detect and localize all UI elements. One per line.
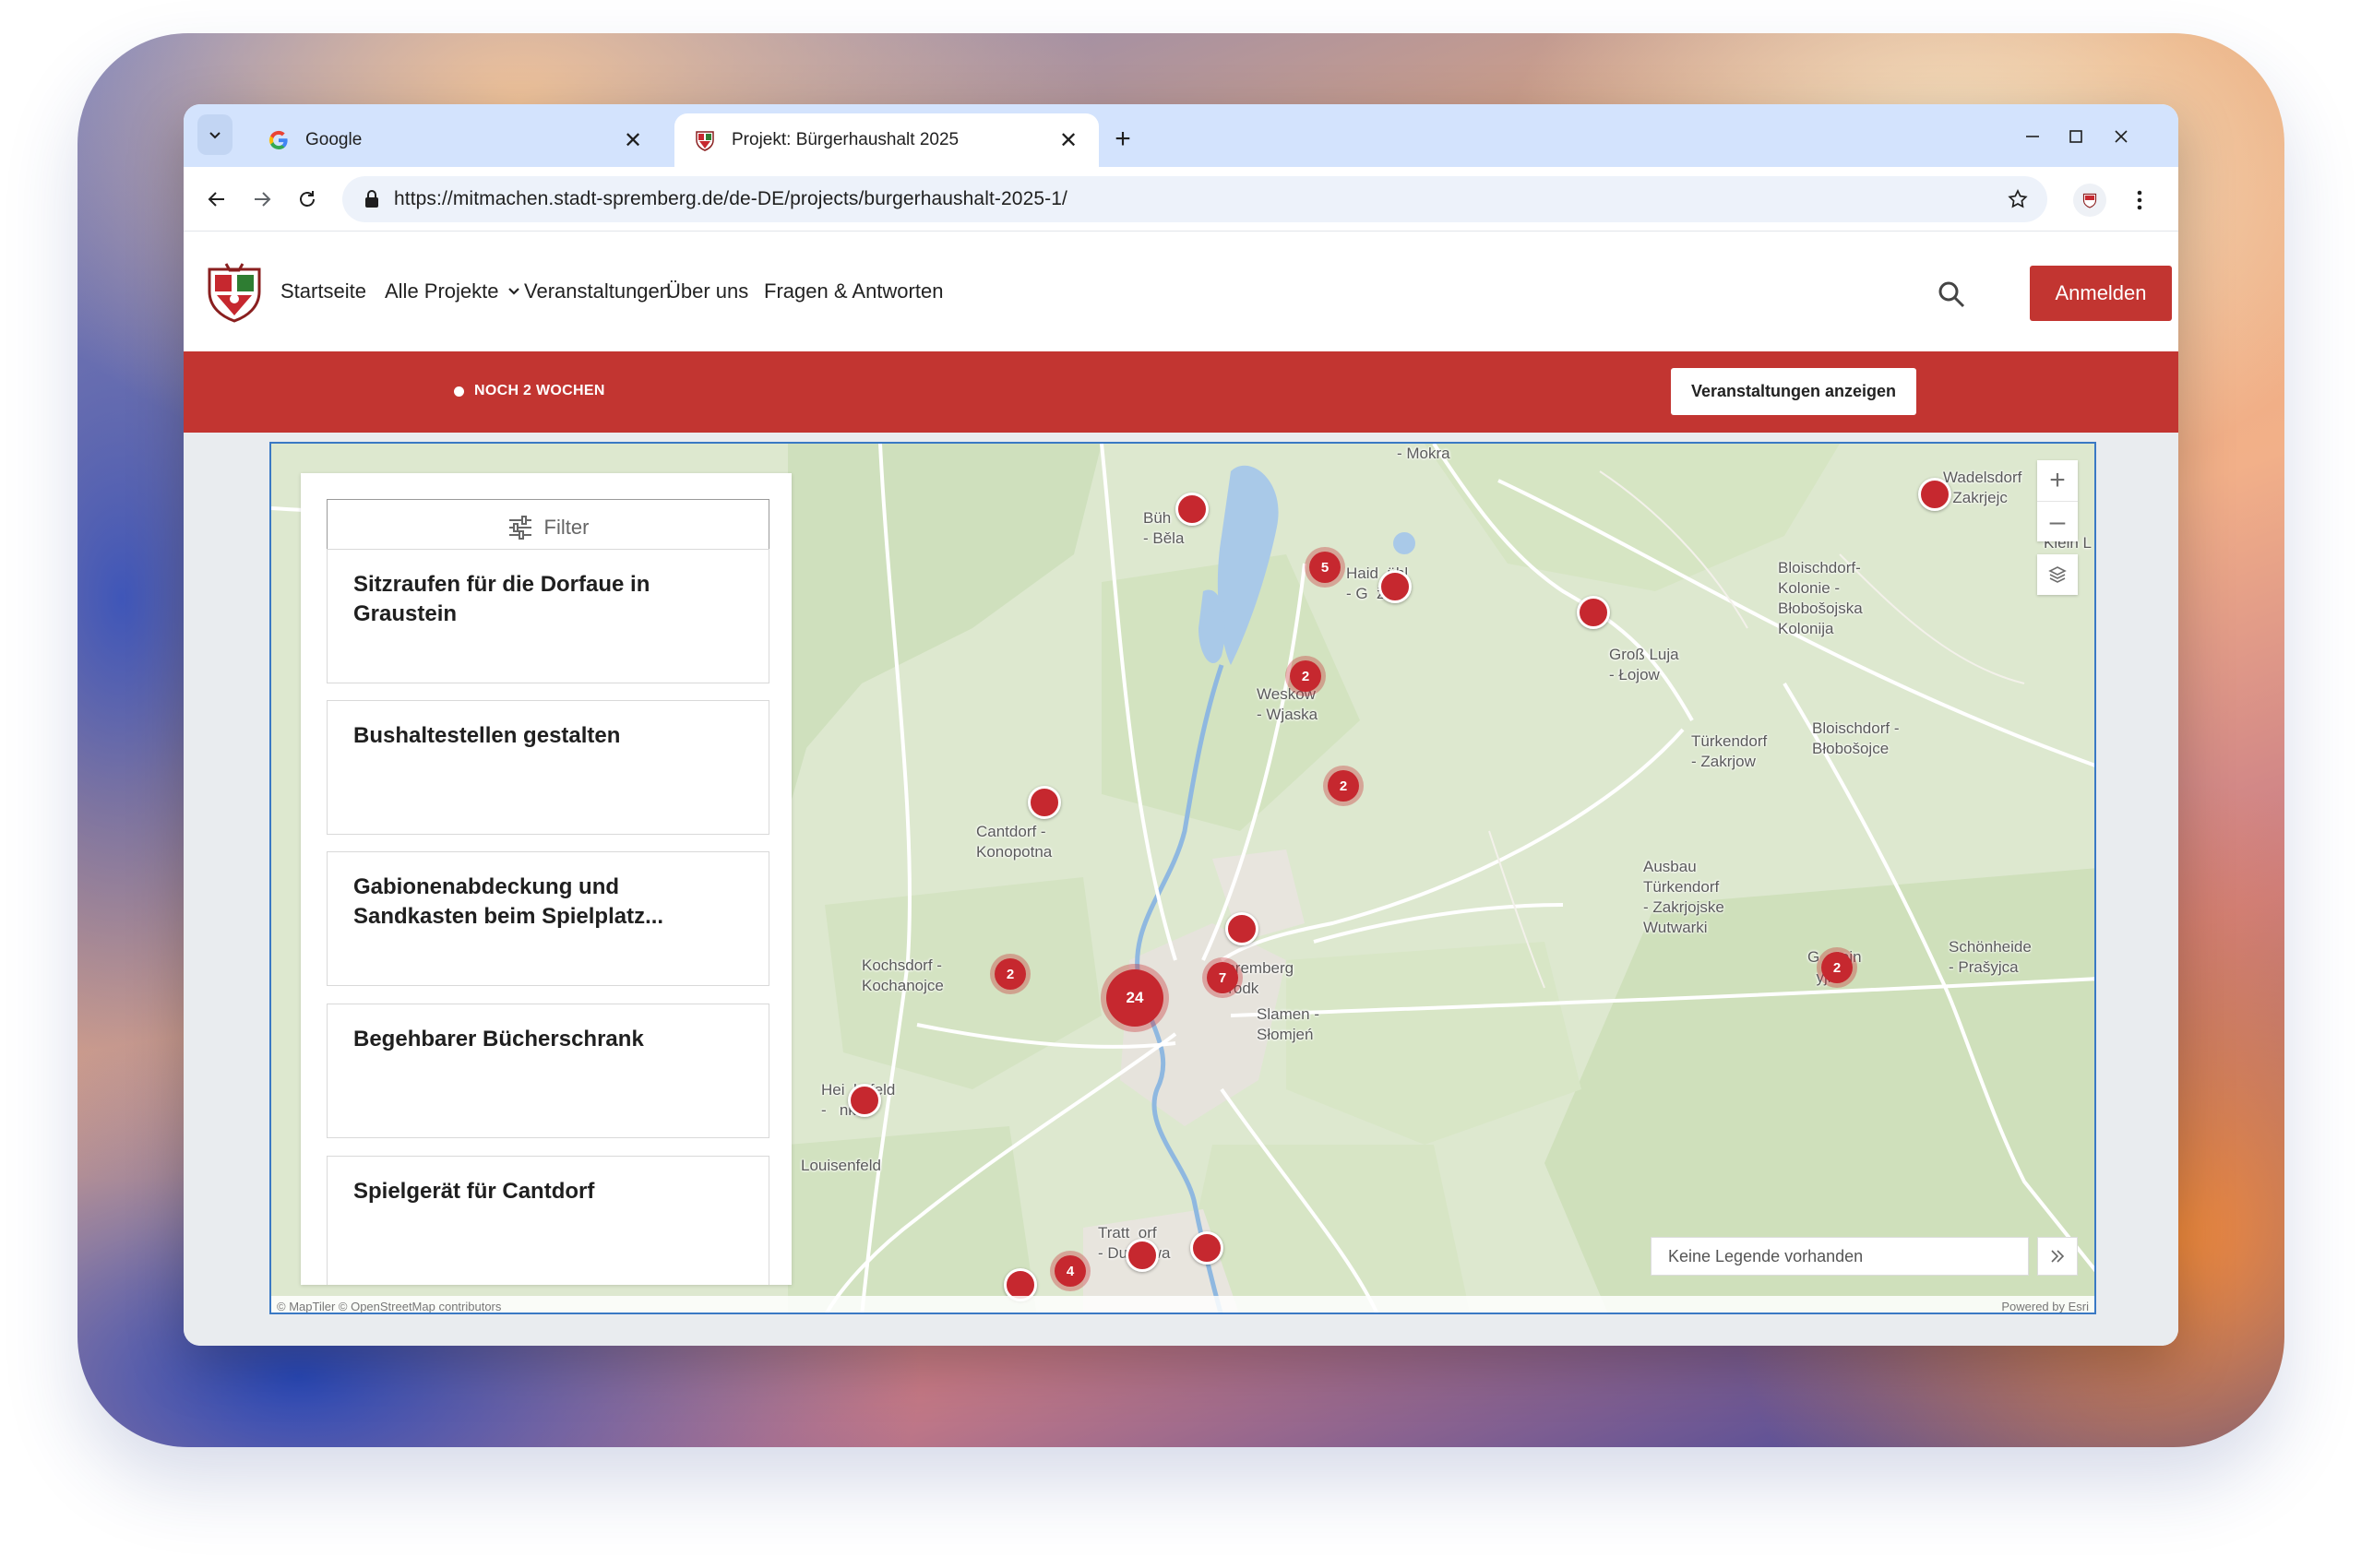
place-label: Slamen - Słomjeń bbox=[1257, 1005, 1320, 1043]
idea-title: Spielgerät für Cantdorf bbox=[353, 1179, 595, 1204]
map-cluster[interactable]: 5 bbox=[1309, 552, 1341, 583]
close-tab-icon[interactable]: ✕ bbox=[619, 126, 647, 154]
ideas-map[interactable]: - Mokra Büh - Běla Haid ühl - G ž Wadels… bbox=[269, 442, 2096, 1314]
place-label: - Mokra bbox=[1397, 445, 1450, 462]
nav-all-projects[interactable]: Alle Projekte bbox=[385, 279, 521, 303]
extension-crest-icon[interactable] bbox=[2073, 184, 2106, 217]
map-cluster[interactable]: 4 bbox=[1055, 1255, 1086, 1287]
map-cluster[interactable]: 2 bbox=[995, 958, 1026, 990]
project-banner: NOCH 2 WOCHEN Veranstaltungen anzeigen bbox=[184, 351, 2178, 433]
nav-about[interactable]: Über uns bbox=[666, 279, 748, 303]
zoom-in-icon[interactable]: + bbox=[2037, 460, 2078, 501]
close-window-icon[interactable] bbox=[2103, 121, 2140, 152]
idea-title: Sitzraufen für die Dorfaue in Graustein bbox=[353, 572, 650, 626]
place-label: Groß Luja - Łojow bbox=[1609, 646, 1679, 683]
filter-button[interactable]: Filter bbox=[327, 499, 769, 556]
tab-project[interactable]: Projekt: Bürgerhaushalt 2025 ✕ bbox=[674, 113, 1099, 167]
status-badge: NOCH 2 WOCHEN bbox=[454, 383, 605, 399]
tab-google[interactable]: Google ✕ bbox=[248, 113, 663, 167]
forward-icon[interactable] bbox=[245, 183, 279, 216]
search-icon[interactable] bbox=[1933, 276, 1970, 313]
google-g-icon bbox=[267, 128, 291, 152]
back-icon[interactable] bbox=[200, 183, 233, 216]
map-marker[interactable] bbox=[1190, 1231, 1223, 1265]
tab-strip: Google ✕ Projekt: Bürgerhaushalt 2025 ✕ … bbox=[184, 104, 2178, 167]
idea-card[interactable]: Bushaltestellen gestalten bbox=[327, 700, 769, 835]
nav-home[interactable]: Startseite bbox=[280, 279, 366, 303]
map-cluster[interactable]: 7 bbox=[1207, 962, 1238, 993]
idea-title: Begehbarer Bücherschrank bbox=[353, 1027, 644, 1051]
map-marker[interactable] bbox=[1918, 478, 1951, 511]
nav-home-label: Startseite bbox=[280, 279, 366, 303]
map-marker[interactable] bbox=[1577, 596, 1610, 629]
attribution-text: © MapTiler © OpenStreetMap contributors bbox=[277, 1299, 502, 1313]
tab-title: Google bbox=[305, 130, 363, 149]
place-label: Cantdorf - Konopotna bbox=[976, 823, 1053, 861]
spremberg-crest-icon bbox=[693, 128, 717, 152]
place-label: Ausbau Türkendorf - Zakrjojske Wutwarki bbox=[1643, 858, 1724, 936]
place-label: Wadelsdorf - Zakrjejc bbox=[1943, 469, 2022, 506]
idea-card[interactable]: Sitzraufen für die Dorfaue in Graustein bbox=[327, 549, 769, 683]
idea-card[interactable]: Begehbarer Bücherschrank bbox=[327, 1004, 769, 1138]
reload-icon[interactable] bbox=[291, 183, 324, 216]
place-label: Louisenfeld bbox=[801, 1157, 881, 1174]
show-events-button[interactable]: Veranstaltungen anzeigen bbox=[1671, 368, 1916, 415]
chevron-down-icon bbox=[507, 284, 521, 299]
nav-all-projects-label: Alle Projekte bbox=[385, 279, 499, 303]
tab-search-button[interactable] bbox=[197, 114, 233, 155]
nav-faq-label: Fragen & Antworten bbox=[764, 279, 944, 303]
site-header: Startseite Alle Projekte Veranstaltungen… bbox=[184, 232, 2178, 351]
idea-card[interactable]: Spielgerät für Cantdorf bbox=[327, 1156, 769, 1285]
nav-events[interactable]: Veranstaltungen bbox=[524, 279, 671, 303]
browser-window: Google ✕ Projekt: Bürgerhaushalt 2025 ✕ … bbox=[184, 104, 2178, 1346]
map-marker[interactable] bbox=[1225, 912, 1258, 945]
map-marker[interactable] bbox=[1126, 1239, 1159, 1272]
expand-legend-icon[interactable] bbox=[2037, 1237, 2078, 1276]
maximize-icon[interactable] bbox=[2057, 121, 2094, 152]
browser-menu-icon[interactable] bbox=[2126, 184, 2153, 217]
nav-about-label: Über uns bbox=[666, 279, 749, 303]
lock-icon bbox=[361, 188, 383, 210]
sliders-icon bbox=[507, 516, 533, 540]
minimize-icon[interactable] bbox=[2014, 121, 2051, 152]
bookmark-star-icon[interactable] bbox=[2005, 186, 2031, 212]
ideas-panel: Filter Sitzraufen für die Dorfaue in Gra… bbox=[301, 473, 792, 1285]
powered-by-text: Powered by Esri bbox=[2001, 1299, 2089, 1313]
map-cluster[interactable]: 2 bbox=[1821, 952, 1853, 983]
map-attribution: © MapTiler © OpenStreetMap contributors … bbox=[271, 1296, 2094, 1313]
map-cluster[interactable]: 2 bbox=[1328, 770, 1359, 802]
map-marker[interactable] bbox=[848, 1084, 881, 1117]
idea-title: Bushaltestellen gestalten bbox=[353, 723, 621, 748]
zoom-out-icon[interactable]: – bbox=[2037, 501, 2078, 541]
place-label: Türkendorf - Zakrjow bbox=[1691, 732, 1768, 770]
nav-faq[interactable]: Fragen & Antworten bbox=[764, 279, 943, 303]
status-text: NOCH 2 WOCHEN bbox=[474, 383, 605, 398]
place-label: Bloischdorf- Kolonie - Błobošojska Kolon… bbox=[1778, 559, 1863, 637]
tab-title: Projekt: Bürgerhaushalt 2025 bbox=[732, 130, 960, 149]
close-tab-icon[interactable]: ✕ bbox=[1055, 126, 1082, 154]
idea-card[interactable]: Gabionenabdeckung und Sandkasten beim Sp… bbox=[327, 851, 769, 986]
nav-events-label: Veranstaltungen bbox=[524, 279, 672, 303]
chevron-down-icon bbox=[209, 132, 221, 139]
login-button[interactable]: Anmelden bbox=[2030, 266, 2172, 321]
browser-toolbar: https://mitmachen.stadt-spremberg.de/de-… bbox=[184, 167, 2178, 232]
filter-label: Filter bbox=[543, 516, 590, 539]
status-dot-icon bbox=[454, 386, 464, 397]
map-cluster[interactable]: 2 bbox=[1290, 660, 1321, 692]
map-legend: Keine Legende vorhanden bbox=[1651, 1237, 2029, 1276]
zoom-controls: + – bbox=[2037, 460, 2078, 541]
map-marker[interactable] bbox=[1175, 493, 1209, 526]
place-label: Schönheide - Prašyjca bbox=[1949, 938, 2032, 976]
map-marker[interactable] bbox=[1028, 786, 1061, 819]
map-cluster[interactable]: 24 bbox=[1106, 969, 1163, 1027]
idea-title: Gabionenabdeckung und Sandkasten beim Sp… bbox=[353, 874, 664, 929]
place-label: Kochsdorf - Kochanojce bbox=[862, 956, 944, 994]
layers-icon[interactable] bbox=[2037, 554, 2078, 595]
new-tab-icon[interactable]: + bbox=[1106, 123, 1139, 156]
site-logo[interactable] bbox=[206, 262, 263, 323]
map-marker[interactable] bbox=[1378, 570, 1412, 603]
place-label: Bloischdorf - Błobošojce bbox=[1812, 719, 1900, 757]
address-bar[interactable]: https://mitmachen.stadt-spremberg.de/de-… bbox=[342, 176, 2047, 222]
url-text: https://mitmachen.stadt-spremberg.de/de-… bbox=[394, 188, 1067, 209]
